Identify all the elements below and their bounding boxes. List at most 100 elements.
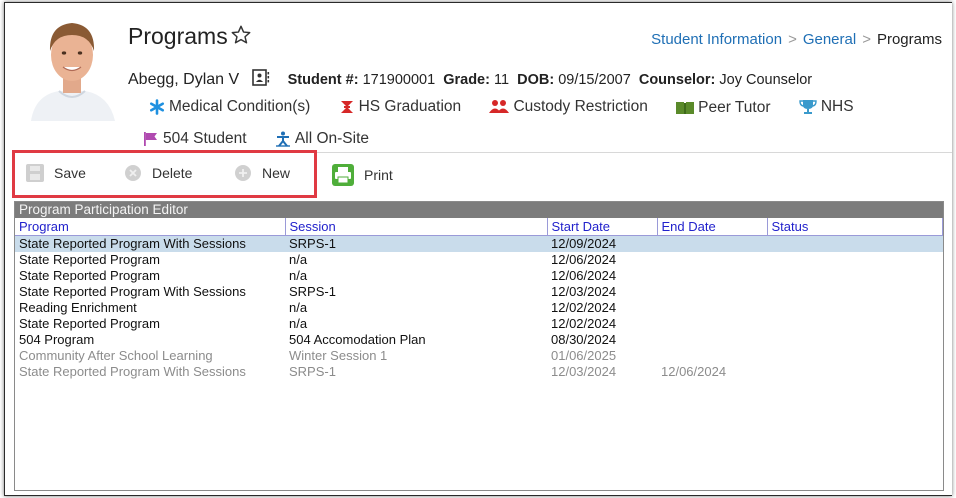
table-header-row: Program Session Start Date End Date Stat…: [15, 218, 943, 236]
cell-status: [767, 284, 943, 300]
cell-start-date: 12/02/2024: [551, 316, 617, 331]
cell-session: n/a: [289, 300, 308, 315]
editor-title: Program Participation Editor: [15, 202, 943, 218]
cell-status: [767, 235, 943, 252]
program-table: Program Session Start Date End Date Stat…: [15, 218, 943, 380]
cell-program: State Reported Program With Sessions: [19, 284, 246, 299]
graduation-icon: [340, 101, 353, 113]
cell-program: State Reported Program: [19, 316, 160, 331]
cell-start-date: 12/06/2024: [551, 268, 617, 283]
flag-hs-graduation[interactable]: HS Graduation: [339, 98, 461, 116]
chevron-right-icon: >: [862, 31, 871, 48]
table-row[interactable]: 504 Program 504 Accomodation Plan 08/30/20…: [15, 332, 943, 348]
cell-start-date: 12/02/2024: [551, 300, 617, 315]
cell-end-date: [657, 284, 767, 300]
table-row[interactable]: State Reported Program n/a 12/06/2024: [15, 268, 943, 284]
chevron-right-icon: >: [788, 31, 797, 48]
page-title: Programs: [128, 23, 228, 49]
table-row[interactable]: Reading Enrichment n/a 12/02/2024: [15, 300, 943, 316]
cell-end-date: [657, 252, 767, 268]
cell-start-date: 12/06/2024: [551, 252, 617, 267]
cell-session: n/a: [289, 316, 308, 331]
breadcrumb-general[interactable]: General: [803, 31, 856, 48]
trophy-icon: [799, 100, 817, 114]
cell-status: [767, 348, 943, 364]
accessibility-icon: [275, 131, 290, 147]
cell-end-date: 12/06/2024: [661, 364, 727, 379]
student-summary: Abegg, Dylan V Student #: 171900001 Grad…: [128, 69, 812, 89]
cell-end-date: [657, 235, 767, 252]
people-icon: [489, 100, 510, 113]
table-row[interactable]: State Reported Program n/a 12/06/2024: [15, 252, 943, 268]
print-label: Print: [364, 167, 393, 183]
print-icon: [332, 164, 354, 186]
cell-program: Reading Enrichment: [19, 300, 137, 315]
grade-value: 11: [493, 72, 510, 88]
cell-session: 504 Accomodation Plan: [289, 332, 426, 347]
cell-session: SRPS-1: [289, 284, 336, 299]
cell-status: [767, 300, 943, 316]
breadcrumb-student-information[interactable]: Student Information: [651, 31, 782, 48]
cell-end-date: [657, 300, 767, 316]
highlight-box: [12, 150, 317, 198]
cell-program: State Reported Program: [19, 252, 160, 267]
program-participation-editor: Program Participation Editor Program Ses…: [14, 201, 944, 491]
table-row[interactable]: State Reported Program With Sessions SRPS…: [15, 235, 943, 252]
flag-504-student[interactable]: 504 Student: [143, 130, 247, 148]
cell-session: n/a: [289, 268, 308, 283]
cell-status: [767, 316, 943, 332]
column-header-end-date[interactable]: End Date: [657, 218, 768, 236]
counselor-label: Counselor:: [638, 72, 716, 88]
cell-program: Community After School Learning: [19, 348, 213, 363]
cell-program: State Reported Program With Sessions: [19, 364, 246, 379]
column-header-start-date[interactable]: Start Date: [547, 218, 658, 236]
asterisk-icon: [149, 99, 164, 115]
grade-label: Grade:: [443, 72, 490, 88]
student-photo: [23, 11, 121, 121]
cell-status: [767, 252, 943, 268]
contact-card-icon[interactable]: [251, 69, 270, 86]
cell-start-date: 12/03/2024: [551, 364, 617, 379]
book-icon: [676, 102, 695, 114]
table-row[interactable]: State Reported Program n/a 12/02/2024: [15, 316, 943, 332]
print-button[interactable]: Print: [332, 164, 393, 186]
cell-status: [767, 332, 943, 348]
cell-session: Winter Session 1: [289, 348, 388, 363]
cell-end-date: [657, 316, 767, 332]
cell-start-date: 12/09/2024: [547, 235, 657, 252]
student-number: 171900001: [362, 72, 436, 88]
counselor-value: Joy Counselor: [719, 72, 813, 88]
breadcrumb-programs: Programs: [876, 31, 942, 48]
student-flags: Medical Condition(s) HS Graduation Custo…: [149, 98, 878, 120]
dob-value: 09/15/2007: [558, 72, 631, 88]
flag-icon: [144, 132, 157, 146]
dob-label: DOB:: [517, 72, 555, 88]
cell-start-date: 01/06/2025: [551, 348, 617, 363]
column-header-status[interactable]: Status: [767, 218, 943, 236]
cell-status: [767, 268, 943, 284]
star-icon[interactable]: [230, 24, 252, 46]
cell-end-date: [657, 348, 767, 364]
cell-program: State Reported Program: [19, 268, 160, 283]
cell-session: SRPS-1: [289, 364, 336, 379]
cell-session: n/a: [289, 252, 308, 267]
table-row[interactable]: State Reported Program With Sessions SRPS…: [15, 284, 943, 300]
column-header-program[interactable]: Program: [15, 218, 286, 236]
table-row[interactable]: Community After School Learning Winter Se…: [15, 348, 943, 364]
student-number-label: Student #:: [287, 72, 359, 88]
cell-start-date: 08/30/2024: [551, 332, 617, 347]
flag-peer-tutor[interactable]: Peer Tutor: [676, 99, 771, 117]
cell-program: State Reported Program With Sessions: [15, 235, 285, 252]
flag-nhs[interactable]: NHS: [799, 98, 854, 116]
cell-end-date: [657, 268, 767, 284]
cell-end-date: [657, 332, 767, 348]
student-flags-row-2: 504 Student All On-Site: [143, 130, 393, 152]
flag-custody-restriction[interactable]: Custody Restriction: [489, 98, 648, 116]
flag-medical-condition[interactable]: Medical Condition(s): [149, 98, 310, 116]
student-name: Abegg, Dylan V: [128, 71, 240, 88]
flag-all-on-site[interactable]: All On-Site: [275, 130, 369, 148]
cell-program: 504 Program: [19, 332, 95, 347]
cell-status: [767, 364, 943, 380]
column-header-session[interactable]: Session: [285, 218, 548, 236]
table-row[interactable]: State Reported Program With Sessions SRPS…: [15, 364, 943, 380]
